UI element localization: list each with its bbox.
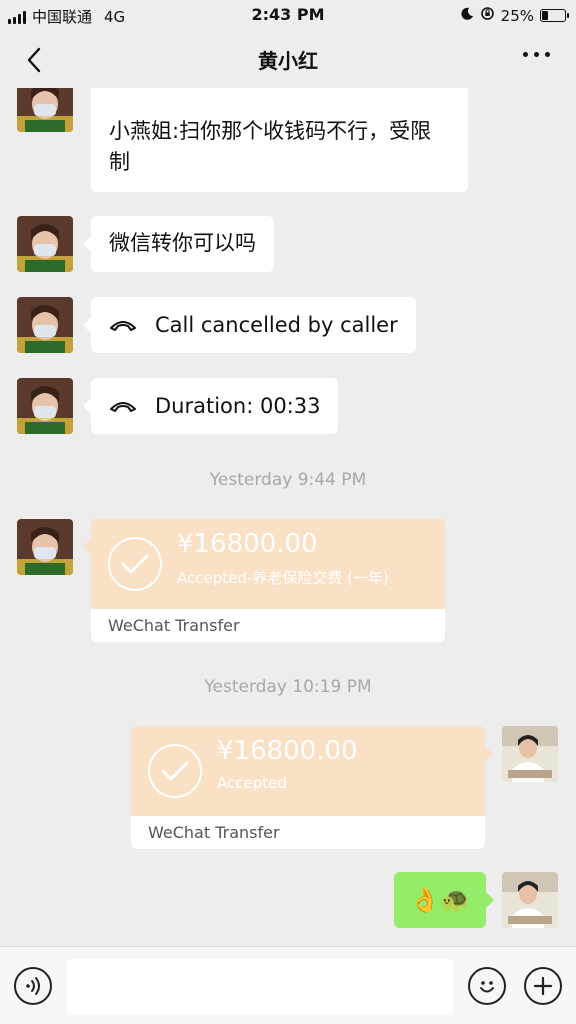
- timestamp: Yesterday 10:19 PM: [204, 677, 372, 697]
- phone-hangup-icon: [110, 321, 136, 331]
- transfer-footer: WeChat Transfer: [91, 609, 445, 642]
- status-right: 25%: [460, 6, 569, 25]
- transfer-footer: WeChat Transfer: [131, 816, 485, 849]
- message-text: 微信转你可以吗: [109, 231, 256, 255]
- carrier-name: 中国联通: [32, 8, 93, 26]
- message-bubble[interactable]: 👌🐢: [394, 872, 494, 928]
- my-avatar[interactable]: [502, 726, 558, 782]
- status-bar: 中国联通 4G 2:43 PM 25%: [0, 0, 576, 30]
- message-bubble[interactable]: 微信转你可以吗: [83, 216, 274, 272]
- bubble-tail: [485, 746, 493, 762]
- transfer-card[interactable]: ¥16800.00 Accepted-养老保险交费 (一年) WeChat Tr…: [91, 519, 445, 642]
- voice-icon: [26, 977, 40, 995]
- emoji-button[interactable]: [468, 967, 506, 1005]
- timestamp: Yesterday 9:44 PM: [209, 470, 367, 490]
- contact-avatar[interactable]: [17, 519, 73, 575]
- chat-area[interactable]: 小燕姐:扫你那个收钱码不行，受限制 微信转你可以吗 Call cancelled…: [0, 88, 576, 946]
- chevron-left-icon: [27, 47, 41, 73]
- battery-percent: 25%: [500, 6, 534, 25]
- call-text: Call cancelled by caller: [155, 312, 398, 337]
- emoji-text: 👌🐢: [410, 885, 470, 914]
- contact-avatar[interactable]: [17, 378, 73, 434]
- status-left: 中国联通 4G: [8, 6, 125, 27]
- voice-button[interactable]: [14, 967, 52, 1005]
- message-text: 小燕姐:扫你那个收钱码不行，受限制: [109, 119, 432, 174]
- bubble-tail: [83, 539, 91, 555]
- plus-icon: [533, 976, 553, 996]
- message-input[interactable]: [67, 959, 453, 1015]
- transfer-status: Accepted: [217, 774, 287, 792]
- nav-bar: 黄小红: [0, 30, 576, 88]
- input-bar: [0, 946, 576, 1024]
- contact-avatar[interactable]: [17, 88, 73, 132]
- signal-icon: [8, 10, 26, 24]
- more-button[interactable]: [523, 52, 550, 57]
- transfer-amount: ¥16800.00: [217, 736, 358, 766]
- chat-title: 黄小红: [258, 48, 318, 73]
- my-avatar[interactable]: [502, 872, 558, 928]
- contact-avatar[interactable]: [17, 216, 73, 272]
- call-text: Duration: 00:33: [155, 393, 321, 418]
- message-bubble[interactable]: 小燕姐:扫你那个收钱码不行，受限制: [91, 88, 468, 192]
- call-bubble[interactable]: Duration: 00:33: [82, 378, 339, 434]
- transfer-amount: ¥16800.00: [177, 529, 318, 559]
- back-button[interactable]: [18, 44, 50, 76]
- emoji-icon: [480, 981, 494, 993]
- check-circle-icon: [108, 537, 162, 591]
- add-button[interactable]: [524, 967, 562, 1005]
- transfer-status: Accepted-养老保险交费 (一年): [177, 569, 389, 587]
- more-dots-icon: [523, 52, 528, 57]
- rotation-lock-icon: [480, 6, 495, 25]
- network-type: 4G: [104, 7, 126, 26]
- transfer-card[interactable]: ¥16800.00 Accepted WeChat Transfer: [131, 726, 485, 849]
- check-circle-icon: [148, 744, 202, 798]
- phone-hangup-icon: [110, 402, 136, 412]
- call-bubble[interactable]: Call cancelled by caller: [83, 297, 416, 353]
- contact-avatar[interactable]: [17, 297, 73, 353]
- battery-icon: [540, 9, 569, 22]
- moon-icon: [460, 7, 474, 25]
